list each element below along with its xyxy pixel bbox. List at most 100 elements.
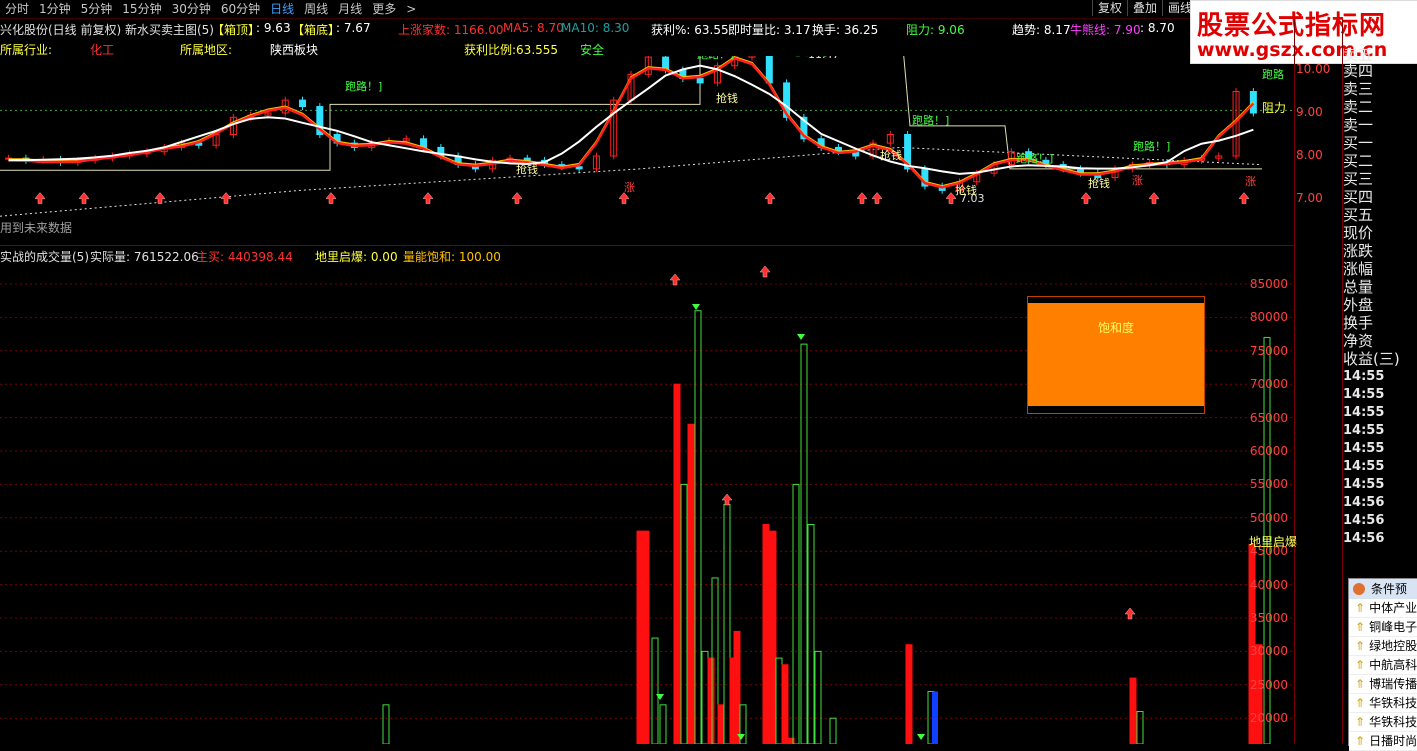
price-tick-label: 7.00 — [1296, 191, 1323, 205]
last-indicator-value: : 8.70 — [1140, 21, 1175, 35]
grab-money-label: 抢钱 — [1088, 176, 1110, 190]
trade-time: 14:56 — [1343, 531, 1385, 546]
volume-up-arrow-icon — [721, 493, 733, 506]
run-signal-label: 跑路！] — [912, 113, 949, 127]
saturation-gauge: 饱和度 — [1027, 296, 1205, 414]
period-tab-5[interactable]: 60分钟 — [216, 1, 265, 17]
volume-tick-label: 65000 — [1249, 410, 1288, 425]
volume-bar — [1255, 644, 1263, 744]
period-tab-8[interactable]: 月线 — [333, 1, 367, 17]
period-tab-9[interactable]: 更多 — [367, 1, 401, 17]
buy-arrow-icon — [325, 192, 337, 204]
condition-panel-title-text: 条件预 — [1371, 582, 1408, 596]
quote-label-16: 收益(三) — [1343, 350, 1400, 368]
buy-arrow-icon — [1080, 192, 1092, 204]
condition-item[interactable]: ⇑ 中航高科 — [1349, 656, 1417, 675]
volume-bar — [775, 657, 783, 744]
buy-arrow-icon — [78, 192, 90, 204]
buy-arrow-icon — [764, 192, 776, 204]
condition-item[interactable]: ⇑ 铜峰电子 — [1349, 618, 1417, 637]
volume-bar — [800, 343, 808, 744]
volume-bar — [642, 530, 650, 744]
quote-label-6: 买三 — [1343, 170, 1374, 188]
more-arrow-icon[interactable]: > — [401, 1, 421, 17]
box-bottom-value: : 7.67 — [336, 21, 371, 35]
period-tab-1[interactable]: 1分钟 — [34, 1, 76, 17]
volume-bar — [807, 523, 815, 744]
condition-item-name: 中航高科 — [1369, 658, 1417, 672]
volume-bar — [382, 704, 390, 744]
condition-item[interactable]: ⇑ 华铁科技 — [1349, 694, 1417, 713]
period-tab-4[interactable]: 30分钟 — [167, 1, 216, 17]
up-arrow-icon: ⇑ — [1355, 639, 1366, 653]
quote-label-5: 买二 — [1343, 152, 1374, 170]
volume-bar — [792, 483, 800, 744]
volume-star-icon — [917, 734, 925, 740]
axis-separator — [1294, 19, 1295, 744]
quote-label-9: 现价 — [1343, 224, 1374, 242]
condition-item-name: 博瑞传播 — [1369, 677, 1417, 691]
period-tab-2[interactable]: 5分钟 — [76, 1, 118, 17]
run-signal-label: 跑路！] — [1133, 139, 1170, 153]
volume-tick-label: 80000 — [1249, 310, 1288, 325]
period-tab-3[interactable]: 15分钟 — [117, 1, 166, 17]
quote-label-15: 净资 — [1343, 332, 1374, 350]
buy-arrow-icon — [154, 192, 166, 204]
price-tick-label: 8.00 — [1296, 148, 1323, 162]
trade-time: 14:55 — [1343, 459, 1385, 474]
quote-label-4: 买一 — [1343, 134, 1374, 152]
volume-bar — [829, 717, 837, 744]
volume-bar — [680, 483, 688, 744]
grab-money-label: 抢钱 — [516, 162, 538, 176]
volume-up-arrow-icon — [669, 273, 681, 286]
condition-item-name: 华铁科技 — [1369, 696, 1417, 710]
volume-star-icon — [797, 334, 805, 340]
volume-bar — [694, 310, 702, 744]
volume-star-icon — [656, 694, 664, 700]
condition-item[interactable]: ⇑ 中体产业 — [1349, 599, 1417, 618]
volume-bar — [769, 530, 777, 744]
volume-tick-label: 25000 — [1249, 677, 1288, 692]
turnover-value: 换手: 36.25 — [812, 23, 879, 37]
volume-tick-label: 70000 — [1249, 377, 1288, 392]
toolbar-button-1[interactable]: 叠加 — [1127, 0, 1162, 16]
quote-label-7: 买四 — [1343, 188, 1374, 206]
quote-column: 卖四 卖三 卖二 卖一 买一 买二 买三 买四 买五 现价 涨跌 涨幅 总量 外盘 换手 净资 收益(三) 14:… — [1343, 62, 1417, 548]
trade-time: 14:56 — [1343, 495, 1385, 510]
period-tab-0[interactable]: 分时 — [0, 1, 34, 17]
condition-panel-title[interactable]: 条件预 — [1349, 579, 1417, 599]
ma5-value: MA5: 8.70 — [503, 21, 564, 35]
volume-bar-highlight — [932, 691, 938, 744]
condition-item-name: 华铁科技 — [1369, 715, 1417, 729]
condition-item[interactable]: ⇑ 绿地控股 — [1349, 637, 1417, 656]
toolbar-button-0[interactable]: 复权 — [1092, 0, 1127, 16]
candle-body — [696, 78, 704, 84]
volume-bar — [651, 637, 659, 744]
instant-volume-ratio: 即时量比: 3.17 — [728, 23, 811, 37]
buy-arrow-icon — [511, 192, 523, 204]
volume-bar — [733, 630, 741, 744]
period-tab-6[interactable]: 日线 — [265, 1, 299, 17]
condition-item-name: 铜峰电子 — [1369, 620, 1417, 634]
quote-label-14: 换手 — [1343, 314, 1374, 332]
condition-item[interactable]: ⇑ 博瑞传播 — [1349, 675, 1417, 694]
quote-label-12: 总量 — [1343, 278, 1374, 296]
up-arrow-icon: ⇑ — [1355, 696, 1366, 710]
up-arrow-icon: ⇑ — [1355, 658, 1366, 672]
condition-alert-panel[interactable]: 条件预 ⇑ 中体产业 ⇑ 铜峰电子 ⇑ 绿地控股 ⇑ 中航高科 ⇑ 博瑞传播 ⇑ 华铁科技 ⇑ 华铁科技 ⇑… — [1348, 578, 1417, 751]
volume-tick-label: 60000 — [1249, 444, 1288, 458]
condition-item[interactable]: ⇑ 日播时尚 — [1349, 732, 1417, 751]
buy-arrow-icon — [618, 192, 630, 204]
volume-star-icon — [692, 304, 700, 310]
candle-body — [299, 99, 307, 108]
volume-tick-label: 40000 — [1249, 577, 1288, 592]
period-tab-7[interactable]: 周线 — [299, 1, 333, 17]
condition-item[interactable]: ⇑ 华铁科技 — [1349, 713, 1417, 732]
up-arrow-icon: ⇑ — [1355, 715, 1366, 729]
up-arrow-icon: ⇑ — [1355, 601, 1366, 615]
run-signal-label: 跑路！] — [697, 56, 734, 61]
candlestick-chart[interactable]: 跑路！]跑路！]跑路！]跑路！]跑路！]跑路！]跑路阻力11.477.03抢钱抢… — [0, 56, 1294, 245]
run-signal-label: 跑路 — [1262, 67, 1284, 81]
panel-divider — [0, 245, 1294, 246]
trade-time: 14:55 — [1343, 387, 1385, 402]
